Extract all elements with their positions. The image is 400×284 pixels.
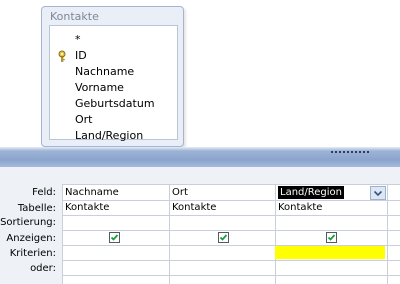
field-item-geburtsdatum[interactable]: Geburtsdatum — [50, 96, 177, 112]
table-cell-col3[interactable]: Kontakte — [278, 201, 322, 215]
splitter-grip-icon[interactable] — [331, 150, 371, 154]
chevron-down-icon — [373, 190, 383, 197]
field-item-ort[interactable]: Ort — [50, 112, 177, 128]
sort-cell-col1[interactable] — [65, 216, 165, 230]
table-cell-col2[interactable]: Kontakte — [172, 201, 216, 215]
or-cell-col2[interactable] — [172, 261, 272, 275]
grid-line — [169, 184, 170, 284]
grid-line — [387, 184, 388, 284]
grid-line — [62, 200, 400, 201]
or-cell-col1[interactable] — [65, 261, 165, 275]
grid-line — [62, 184, 63, 284]
sort-cell-col2[interactable] — [172, 216, 272, 230]
table-box-kontakte[interactable]: Kontakte * ID Nachname Vorname Geburtsda… — [41, 6, 184, 147]
row-label-feld: Feld: — [32, 187, 56, 198]
pane-splitter[interactable] — [0, 147, 400, 167]
checkmark-icon — [110, 234, 119, 241]
or-cell-col3[interactable] — [278, 261, 378, 275]
query-design-grid[interactable]: Nachname Kontakte Ort Kontakte Land/Regi… — [62, 184, 400, 284]
field-label: Land/Region — [75, 129, 144, 142]
grid-line — [275, 184, 276, 284]
field-label: * — [75, 33, 81, 46]
checkmark-icon — [327, 234, 336, 241]
show-checkbox-col2[interactable] — [218, 232, 229, 243]
field-label: Geburtsdatum — [75, 97, 155, 110]
row-label-oder: oder: — [30, 263, 56, 274]
table-field-list[interactable]: * ID Nachname Vorname Geburtsdatum Ort L… — [49, 25, 178, 142]
show-checkbox-col1[interactable] — [109, 232, 120, 243]
sort-cell-col3[interactable] — [278, 216, 378, 230]
row-label-anzeigen: Anzeigen: — [6, 233, 56, 244]
query-table-area: Kontakte * ID Nachname Vorname Geburtsda… — [0, 0, 400, 147]
field-item-vorname[interactable]: Vorname — [50, 80, 177, 96]
field-item-land-region[interactable]: Land/Region — [50, 128, 177, 144]
field-item-asterisk[interactable]: * — [50, 32, 177, 48]
grid-line — [62, 184, 400, 185]
field-label: Ort — [75, 113, 93, 126]
grid-line — [62, 230, 400, 231]
field-cell-col1[interactable]: Nachname — [65, 186, 119, 200]
table-cell-col1[interactable]: Kontakte — [65, 201, 109, 215]
grid-line — [62, 275, 400, 276]
row-label-sortierung: Sortierung: — [0, 217, 56, 228]
row-label-tabelle: Tabelle: — [17, 203, 56, 214]
row-label-kriterien: Kriterien: — [9, 248, 56, 259]
field-item-id[interactable]: ID — [50, 48, 177, 64]
field-label: Nachname — [75, 65, 135, 78]
field-dropdown-button[interactable] — [370, 186, 386, 200]
criteria-cell-col2[interactable] — [172, 246, 272, 260]
field-cell-col3-selected[interactable]: Land/Region — [278, 186, 344, 199]
field-label: Vorname — [75, 81, 124, 94]
show-checkbox-col3[interactable] — [326, 232, 337, 243]
field-cell-col2[interactable]: Ort — [172, 186, 188, 200]
criteria-cell-col1[interactable] — [65, 246, 165, 260]
table-box-title: Kontakte — [50, 10, 99, 23]
field-item-nachname[interactable]: Nachname — [50, 64, 177, 80]
criteria-cell-col3-highlight[interactable] — [275, 246, 385, 259]
field-label: ID — [75, 49, 87, 62]
checkmark-icon — [219, 234, 228, 241]
key-icon — [58, 50, 66, 62]
query-design-grid-area: Feld: Tabelle: Sortierung: Anzeigen: Kri… — [0, 167, 400, 284]
